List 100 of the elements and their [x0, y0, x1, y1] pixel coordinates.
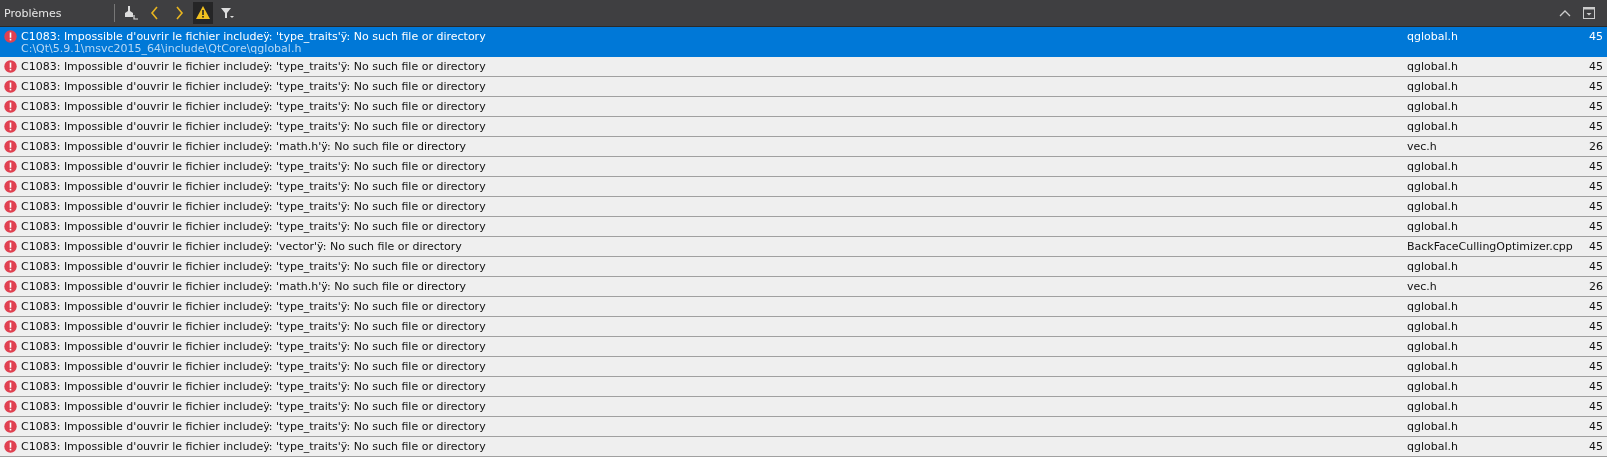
file-name: vec.h — [1407, 139, 1438, 153]
error-message: C1083: Impossible d'ouvrir le fichier includeÿ: 'type_traits'ÿ: No such file or directory — [21, 320, 486, 333]
file-name: qglobal.h — [1407, 299, 1459, 313]
error-message: C1083: Impossible d'ouvrir le fichier includeÿ: 'type_traits'ÿ: No such file or directory — [21, 340, 486, 353]
file-name: qglobal.h — [1407, 319, 1459, 333]
problem-row[interactable]: C1083: Impossible d'ouvrir le fichier includeÿ: 'type_traits'ÿ: No such file or directory qglobal.h 45 — [0, 197, 1607, 217]
line-number: 45 — [1588, 119, 1604, 133]
error-icon — [4, 160, 17, 173]
line-number: 45 — [1588, 29, 1604, 43]
line-number: 45 — [1588, 379, 1604, 393]
warning-icon — [194, 4, 212, 22]
file-name: qglobal.h — [1407, 99, 1459, 113]
line-number: 45 — [1588, 179, 1604, 193]
problem-row[interactable]: C1083: Impossible d'ouvrir le fichier includeÿ: 'type_traits'ÿ: No such file or directory qglobal.h 45 — [0, 297, 1607, 317]
file-name: qglobal.h — [1407, 29, 1459, 43]
problem-row[interactable]: C1083: Impossible d'ouvrir le fichier includeÿ: 'type_traits'ÿ: No such file or directory qglobal.h 45 — [0, 357, 1607, 377]
problem-row[interactable]: C1083: Impossible d'ouvrir le fichier includeÿ: 'math.h'ÿ: No such file or directory vec.h 26 — [0, 137, 1607, 157]
error-icon — [4, 120, 17, 133]
problem-row[interactable]: C1083: Impossible d'ouvrir le fichier includeÿ: 'type_traits'ÿ: No such file or directory qglobal.h 45 — [0, 397, 1607, 417]
error-message: C1083: Impossible d'ouvrir le fichier includeÿ: 'vector'ÿ: No such file or directory — [21, 240, 462, 253]
error-icon — [4, 280, 17, 293]
error-message: C1083: Impossible d'ouvrir le fichier includeÿ: 'math.h'ÿ: No such file or directory — [21, 140, 467, 153]
problem-row[interactable]: C1083: Impossible d'ouvrir le fichier includeÿ: 'vector'ÿ: No such file or directory BackFaceCullingOptimizer.cpp 45 — [0, 237, 1607, 257]
error-icon — [4, 100, 17, 113]
error-message: C1083: Impossible d'ouvrir le fichier includeÿ: 'math.h'ÿ: No such file or directory — [21, 280, 467, 293]
file-name: qglobal.h — [1407, 399, 1459, 413]
error-message: C1083: Impossible d'ouvrir le fichier includeÿ: 'type_traits'ÿ: No such file or directory — [21, 120, 486, 133]
file-path: C:\Qt\5.9.1\msvc2015_64\include\QtCore\qglobal.h — [21, 43, 302, 55]
error-message: C1083: Impossible d'ouvrir le fichier includeÿ: 'type_traits'ÿ: No such file or directory — [21, 380, 486, 393]
line-number: 26 — [1588, 139, 1604, 153]
file-name: qglobal.h — [1407, 379, 1459, 393]
problem-row[interactable]: C1083: Impossible d'ouvrir le fichier includeÿ: 'type_traits'ÿ: No such file or directory qglobal.h 45 — [0, 257, 1607, 277]
error-icon — [4, 440, 17, 453]
collapse-icon[interactable] — [1559, 9, 1571, 17]
file-name: qglobal.h — [1407, 419, 1459, 433]
error-message: C1083: Impossible d'ouvrir le fichier includeÿ: 'type_traits'ÿ: No such file or directory — [21, 180, 486, 193]
warning-button[interactable] — [193, 2, 213, 24]
error-icon — [4, 260, 17, 273]
problem-row[interactable]: C1083: Impossible d'ouvrir le fichier includeÿ: 'type_traits'ÿ: No such file or directory qglobal.h 45 — [0, 437, 1607, 457]
line-number: 45 — [1588, 79, 1604, 93]
problem-row[interactable]: C1083: Impossible d'ouvrir le fichier includeÿ: 'type_traits'ÿ: No such file or directory qglobal.h 45 — [0, 97, 1607, 117]
line-number: 45 — [1588, 339, 1604, 353]
error-icon — [4, 180, 17, 193]
problem-row[interactable]: C1083: Impossible d'ouvrir le fichier includeÿ: 'type_traits'ÿ: No such file or directory qglobal.h 45 — [0, 117, 1607, 137]
file-name: qglobal.h — [1407, 199, 1459, 213]
panel-title: Problèmes — [3, 6, 63, 20]
line-number: 45 — [1588, 99, 1604, 113]
problem-row[interactable]: C1083: Impossible d'ouvrir le fichier includeÿ: 'math.h'ÿ: No such file or directory vec.h 26 — [0, 277, 1607, 297]
error-icon — [4, 140, 17, 153]
line-number: 45 — [1588, 159, 1604, 173]
file-name: qglobal.h — [1407, 79, 1459, 93]
error-message: C1083: Impossible d'ouvrir le fichier includeÿ: 'type_traits'ÿ: No such file or directory — [21, 220, 486, 233]
error-icon — [4, 60, 17, 73]
file-name: qglobal.h — [1407, 359, 1459, 373]
error-message: C1083: Impossible d'ouvrir le fichier includeÿ: 'type_traits'ÿ: No such file or directory — [21, 80, 486, 93]
problem-row[interactable]: C1083: Impossible d'ouvrir le fichier includeÿ: 'type_traits'ÿ: No such file or directory qglobal.h 45 — [0, 177, 1607, 197]
error-icon — [4, 400, 17, 413]
problem-row[interactable]: C1083: Impossible d'ouvrir le fichier includeÿ: 'type_traits'ÿ: No such file or directory qglobal.h 45 — [0, 217, 1607, 237]
error-message: C1083: Impossible d'ouvrir le fichier includeÿ: 'type_traits'ÿ: No such file or directory — [21, 100, 486, 113]
error-message: C1083: Impossible d'ouvrir le fichier includeÿ: 'type_traits'ÿ: No such file or directory — [21, 160, 486, 173]
problem-row[interactable]: C1083: Impossible d'ouvrir le fichier includeÿ: 'type_traits'ÿ: No such file or directory qglobal.h 45 — [0, 57, 1607, 77]
error-icon — [4, 340, 17, 353]
problem-row[interactable]: C1083: Impossible d'ouvrir le fichier includeÿ: 'type_traits'ÿ: No such file or directory qglobal.h 45 — [0, 77, 1607, 97]
file-name: qglobal.h — [1407, 179, 1459, 193]
error-icon — [4, 30, 17, 43]
file-name: BackFaceCullingOptimizer.cpp — [1407, 239, 1574, 253]
problem-row[interactable]: C1083: Impossible d'ouvrir le fichier includeÿ: 'type_traits'ÿ: No such file or directory C:\Qt\5.9.1\msvc2015_64\include\QtCore\qglobal.h qglobal.h 45 — [0, 27, 1607, 57]
file-name: qglobal.h — [1407, 259, 1459, 273]
error-icon — [4, 320, 17, 333]
file-name: qglobal.h — [1407, 119, 1459, 133]
file-name: qglobal.h — [1407, 439, 1459, 453]
line-number: 45 — [1588, 319, 1604, 333]
line-number: 45 — [1588, 199, 1604, 213]
line-number: 45 — [1588, 59, 1604, 73]
problem-row[interactable]: C1083: Impossible d'ouvrir le fichier includeÿ: 'type_traits'ÿ: No such file or directory qglobal.h 45 — [0, 157, 1607, 177]
error-message: C1083: Impossible d'ouvrir le fichier includeÿ: 'type_traits'ÿ: No such file or directory — [21, 30, 486, 43]
error-message: C1083: Impossible d'ouvrir le fichier includeÿ: 'type_traits'ÿ: No such file or directory — [21, 260, 486, 273]
clean-icon — [122, 4, 140, 22]
problem-row[interactable]: C1083: Impossible d'ouvrir le fichier includeÿ: 'type_traits'ÿ: No such file or directory qglobal.h 45 — [0, 317, 1607, 337]
file-name: vec.h — [1407, 279, 1438, 293]
problem-row[interactable]: C1083: Impossible d'ouvrir le fichier includeÿ: 'type_traits'ÿ: No such file or directory qglobal.h 45 — [0, 337, 1607, 357]
error-message: C1083: Impossible d'ouvrir le fichier includeÿ: 'type_traits'ÿ: No such file or directory — [21, 360, 486, 373]
line-number: 45 — [1588, 299, 1604, 313]
line-number: 45 — [1588, 239, 1604, 253]
line-number: 45 — [1588, 439, 1604, 453]
problem-row[interactable]: C1083: Impossible d'ouvrir le fichier includeÿ: 'type_traits'ÿ: No such file or directory qglobal.h 45 — [0, 417, 1607, 437]
line-number: 45 — [1588, 219, 1604, 233]
line-number: 45 — [1588, 419, 1604, 433]
error-icon — [4, 200, 17, 213]
line-number: 45 — [1588, 399, 1604, 413]
error-message: C1083: Impossible d'ouvrir le fichier includeÿ: 'type_traits'ÿ: No such file or directory — [21, 60, 486, 73]
line-number: 26 — [1588, 279, 1604, 293]
panel-menu-icon[interactable] — [1583, 7, 1595, 19]
error-icon — [4, 240, 17, 253]
file-name: qglobal.h — [1407, 219, 1459, 233]
error-message: C1083: Impossible d'ouvrir le fichier includeÿ: 'type_traits'ÿ: No such file or directory — [21, 300, 486, 313]
error-message: C1083: Impossible d'ouvrir le fichier includeÿ: 'type_traits'ÿ: No such file or directory — [21, 420, 486, 433]
error-icon — [4, 380, 17, 393]
error-icon — [4, 80, 17, 93]
problem-row[interactable]: C1083: Impossible d'ouvrir le fichier includeÿ: 'type_traits'ÿ: No such file or directory qglobal.h 45 — [0, 377, 1607, 397]
